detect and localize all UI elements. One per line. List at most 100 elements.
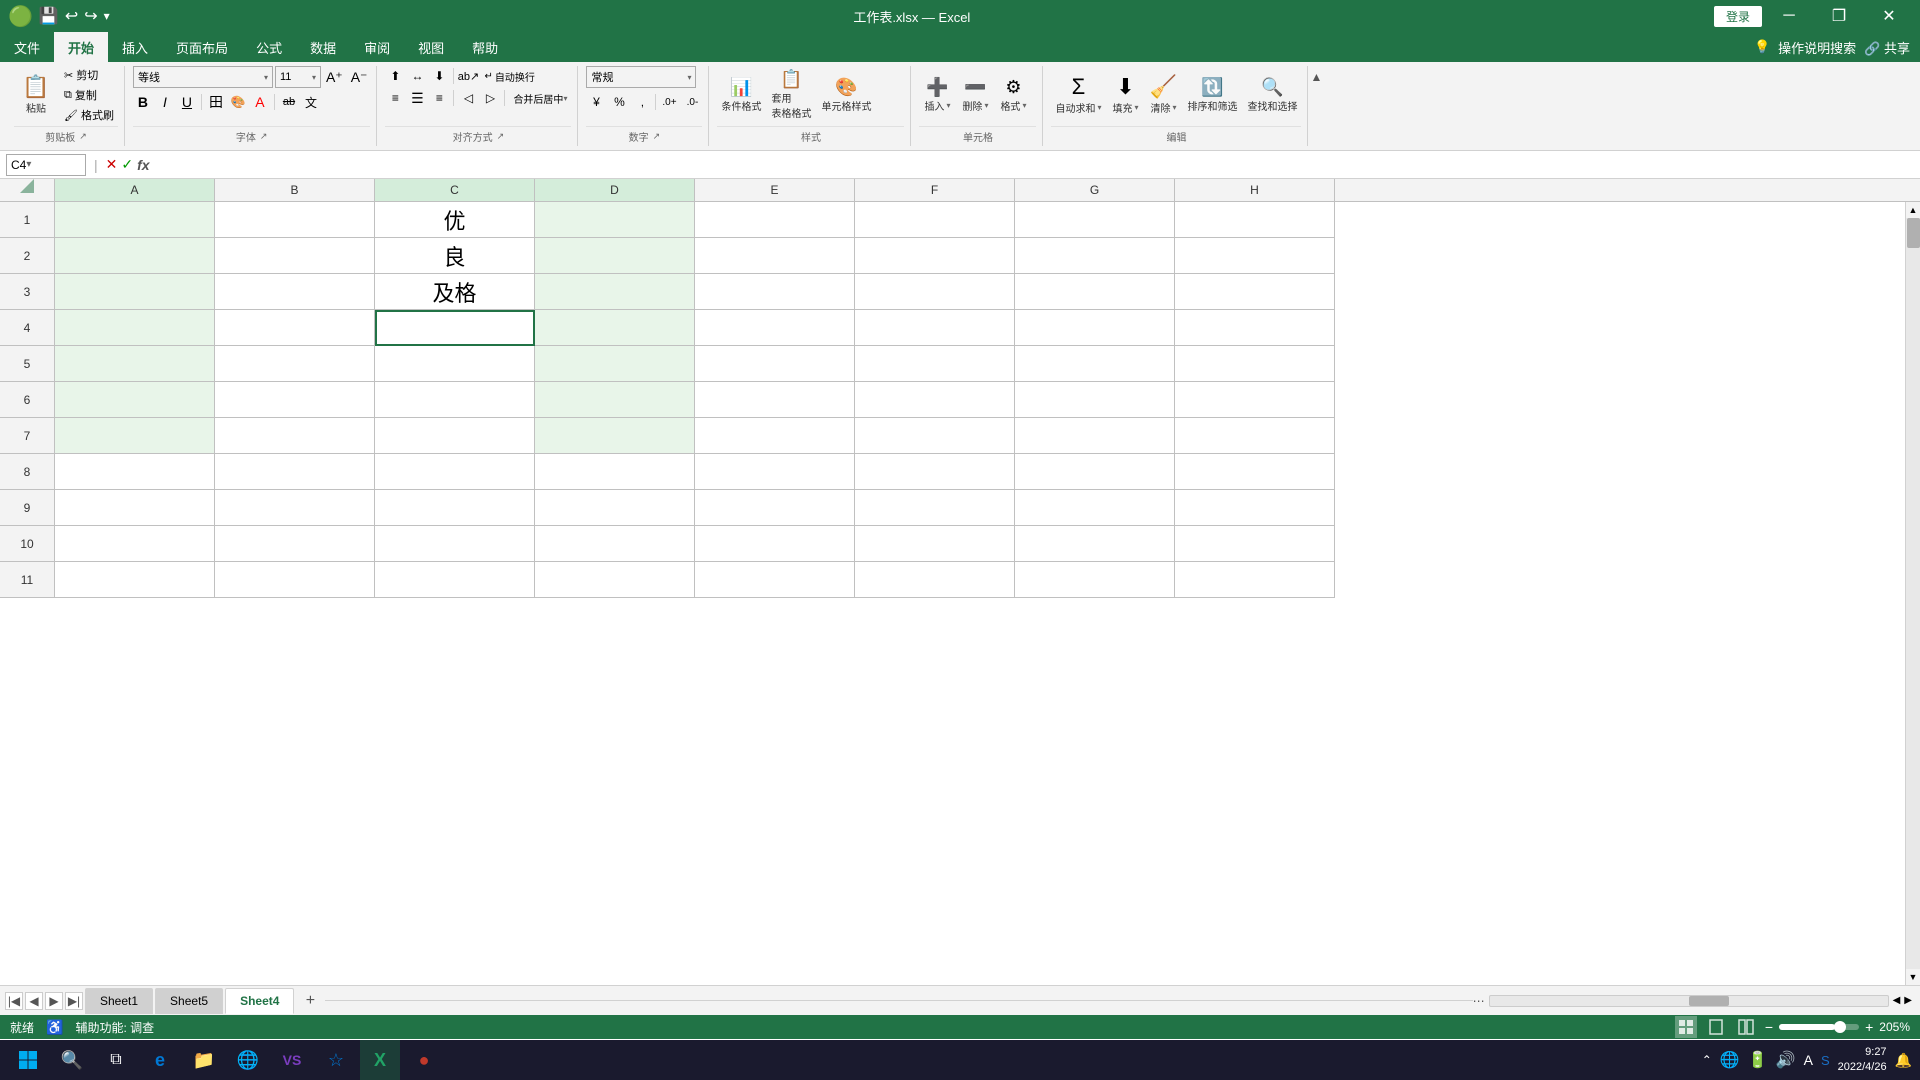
zoom-thumb[interactable] <box>1834 1021 1846 1033</box>
cell-d3[interactable] <box>535 274 695 310</box>
cell-h1[interactable] <box>1175 202 1335 238</box>
cell-styles-button[interactable]: 🎨 单元格样式 <box>817 76 875 115</box>
col-header-f[interactable]: F <box>855 179 1015 201</box>
percent-button[interactable]: % <box>609 92 629 112</box>
cell-e11[interactable] <box>695 562 855 598</box>
align-top-button[interactable]: ⬆ <box>385 66 405 86</box>
share-button[interactable]: 🔗 共享 <box>1864 38 1910 57</box>
cut-button[interactable]: ✂ 剪切 <box>60 66 118 84</box>
sort-filter-button[interactable]: 🔃 排序和筛选 <box>1183 76 1241 115</box>
row-header-8[interactable]: 8 <box>0 454 55 490</box>
orientation-button[interactable]: ab↗ <box>458 66 478 86</box>
col-header-g[interactable]: G <box>1015 179 1175 201</box>
merge-center-button[interactable]: 合并后居中 ▾ <box>509 90 571 107</box>
cell-reference-box[interactable]: C4 ▾ <box>6 154 86 176</box>
tab-view[interactable]: 视图 <box>404 32 458 62</box>
cell-g11[interactable] <box>1015 562 1175 598</box>
cell-h4[interactable] <box>1175 310 1335 346</box>
border-button[interactable]: 田 <box>206 92 226 112</box>
cell-f9[interactable] <box>855 490 1015 526</box>
col-header-h[interactable]: H <box>1175 179 1335 201</box>
cell-c1[interactable]: 优 <box>375 202 535 238</box>
italic-button[interactable]: I <box>155 92 175 112</box>
cell-b1[interactable] <box>215 202 375 238</box>
col-header-a[interactable]: A <box>55 179 215 201</box>
phonetic-button[interactable]: 文 <box>301 92 321 112</box>
tray-icon-battery[interactable]: 🔋 <box>1748 1050 1768 1070</box>
cell-c7[interactable] <box>375 418 535 454</box>
normal-view-button[interactable] <box>1675 1016 1697 1038</box>
cell-a9[interactable] <box>55 490 215 526</box>
align-middle-button[interactable]: ↔ <box>407 66 427 86</box>
file-explorer-button[interactable]: 📁 <box>184 1040 224 1080</box>
cell-d6[interactable] <box>535 382 695 418</box>
cell-g3[interactable] <box>1015 274 1175 310</box>
comma-button[interactable]: , <box>632 92 652 112</box>
horizontal-scrollbar[interactable] <box>1489 995 1889 1007</box>
cell-h7[interactable] <box>1175 418 1335 454</box>
tray-icon-network[interactable]: 🌐 <box>1720 1050 1740 1070</box>
formula-confirm-icon[interactable]: ✓ <box>121 156 133 173</box>
browser-button[interactable]: 🌐 <box>228 1040 268 1080</box>
cell-f8[interactable] <box>855 454 1015 490</box>
notification-button[interactable]: 🔔 <box>1895 1052 1912 1069</box>
sheet-tab-sheet1[interactable]: Sheet1 <box>85 988 153 1014</box>
col-header-d[interactable]: D <box>535 179 695 201</box>
cell-h6[interactable] <box>1175 382 1335 418</box>
cell-h2[interactable] <box>1175 238 1335 274</box>
tray-icon-volume[interactable]: 🔊 <box>1776 1050 1796 1070</box>
font-color-button[interactable]: A <box>250 92 270 112</box>
sum-button[interactable]: Σ 自动求和 ▾ <box>1051 74 1105 117</box>
tray-icon-keyboard[interactable]: A <box>1804 1052 1813 1068</box>
tab-help[interactable]: 帮助 <box>458 32 512 62</box>
cell-d7[interactable] <box>535 418 695 454</box>
page-layout-view-button[interactable] <box>1705 1016 1727 1038</box>
cell-c6[interactable] <box>375 382 535 418</box>
cell-e2[interactable] <box>695 238 855 274</box>
cell-g1[interactable] <box>1015 202 1175 238</box>
copy-button[interactable]: ⧉ 复制 <box>60 86 118 104</box>
currency-button[interactable]: ¥ <box>586 92 606 112</box>
wrap-text-button[interactable]: ↵ 自动换行 <box>480 68 538 85</box>
row-header-9[interactable]: 9 <box>0 490 55 526</box>
format-button[interactable]: ⚙ 格式 ▾ <box>995 76 1031 115</box>
vs-button[interactable]: VS <box>272 1040 312 1080</box>
cell-c2[interactable]: 良 <box>375 238 535 274</box>
zoom-slider[interactable] <box>1779 1024 1859 1030</box>
cell-f7[interactable] <box>855 418 1015 454</box>
task-view-button[interactable]: ⧉ <box>96 1040 136 1080</box>
bold-button[interactable]: B <box>133 92 153 112</box>
cell-a1[interactable] <box>55 202 215 238</box>
font-name-selector[interactable]: 等线 ▾ <box>133 66 273 88</box>
tab-formula[interactable]: 公式 <box>242 32 296 62</box>
clock[interactable]: 9:27 2022/4/26 <box>1838 1045 1887 1076</box>
cell-c4[interactable] <box>375 310 535 346</box>
cell-b4[interactable] <box>215 310 375 346</box>
cell-b2[interactable] <box>215 238 375 274</box>
fill-color-button[interactable]: 🎨 <box>228 92 248 112</box>
number-format-selector[interactable]: 常规 ▾ <box>586 66 696 88</box>
align-center-button[interactable]: ☰ <box>407 88 427 108</box>
cell-b9[interactable] <box>215 490 375 526</box>
cell-f6[interactable] <box>855 382 1015 418</box>
formula-input[interactable] <box>154 154 1914 176</box>
align-left-button[interactable]: ≡ <box>385 88 405 108</box>
cell-c11[interactable] <box>375 562 535 598</box>
app2-button[interactable]: ● <box>404 1040 444 1080</box>
undo-icon[interactable]: ↩ <box>65 6 78 26</box>
cell-d1[interactable] <box>535 202 695 238</box>
hscroll-right-btn[interactable]: ▶ <box>1904 995 1912 1006</box>
row-header-7[interactable]: 7 <box>0 418 55 454</box>
cell-e8[interactable] <box>695 454 855 490</box>
decrease-font-button[interactable]: A⁻ <box>348 68 371 87</box>
sheet-nav-first[interactable]: |◀ <box>5 992 23 1010</box>
row-header-10[interactable]: 10 <box>0 526 55 562</box>
cell-f5[interactable] <box>855 346 1015 382</box>
cell-g6[interactable] <box>1015 382 1175 418</box>
zoom-in-icon[interactable]: + <box>1865 1019 1873 1035</box>
lightbulb-icon[interactable]: 💡 <box>1754 39 1770 55</box>
cell-c5[interactable] <box>375 346 535 382</box>
sheet-nav-last[interactable]: ▶| <box>65 992 83 1010</box>
cell-a7[interactable] <box>55 418 215 454</box>
cell-d4[interactable] <box>535 310 695 346</box>
